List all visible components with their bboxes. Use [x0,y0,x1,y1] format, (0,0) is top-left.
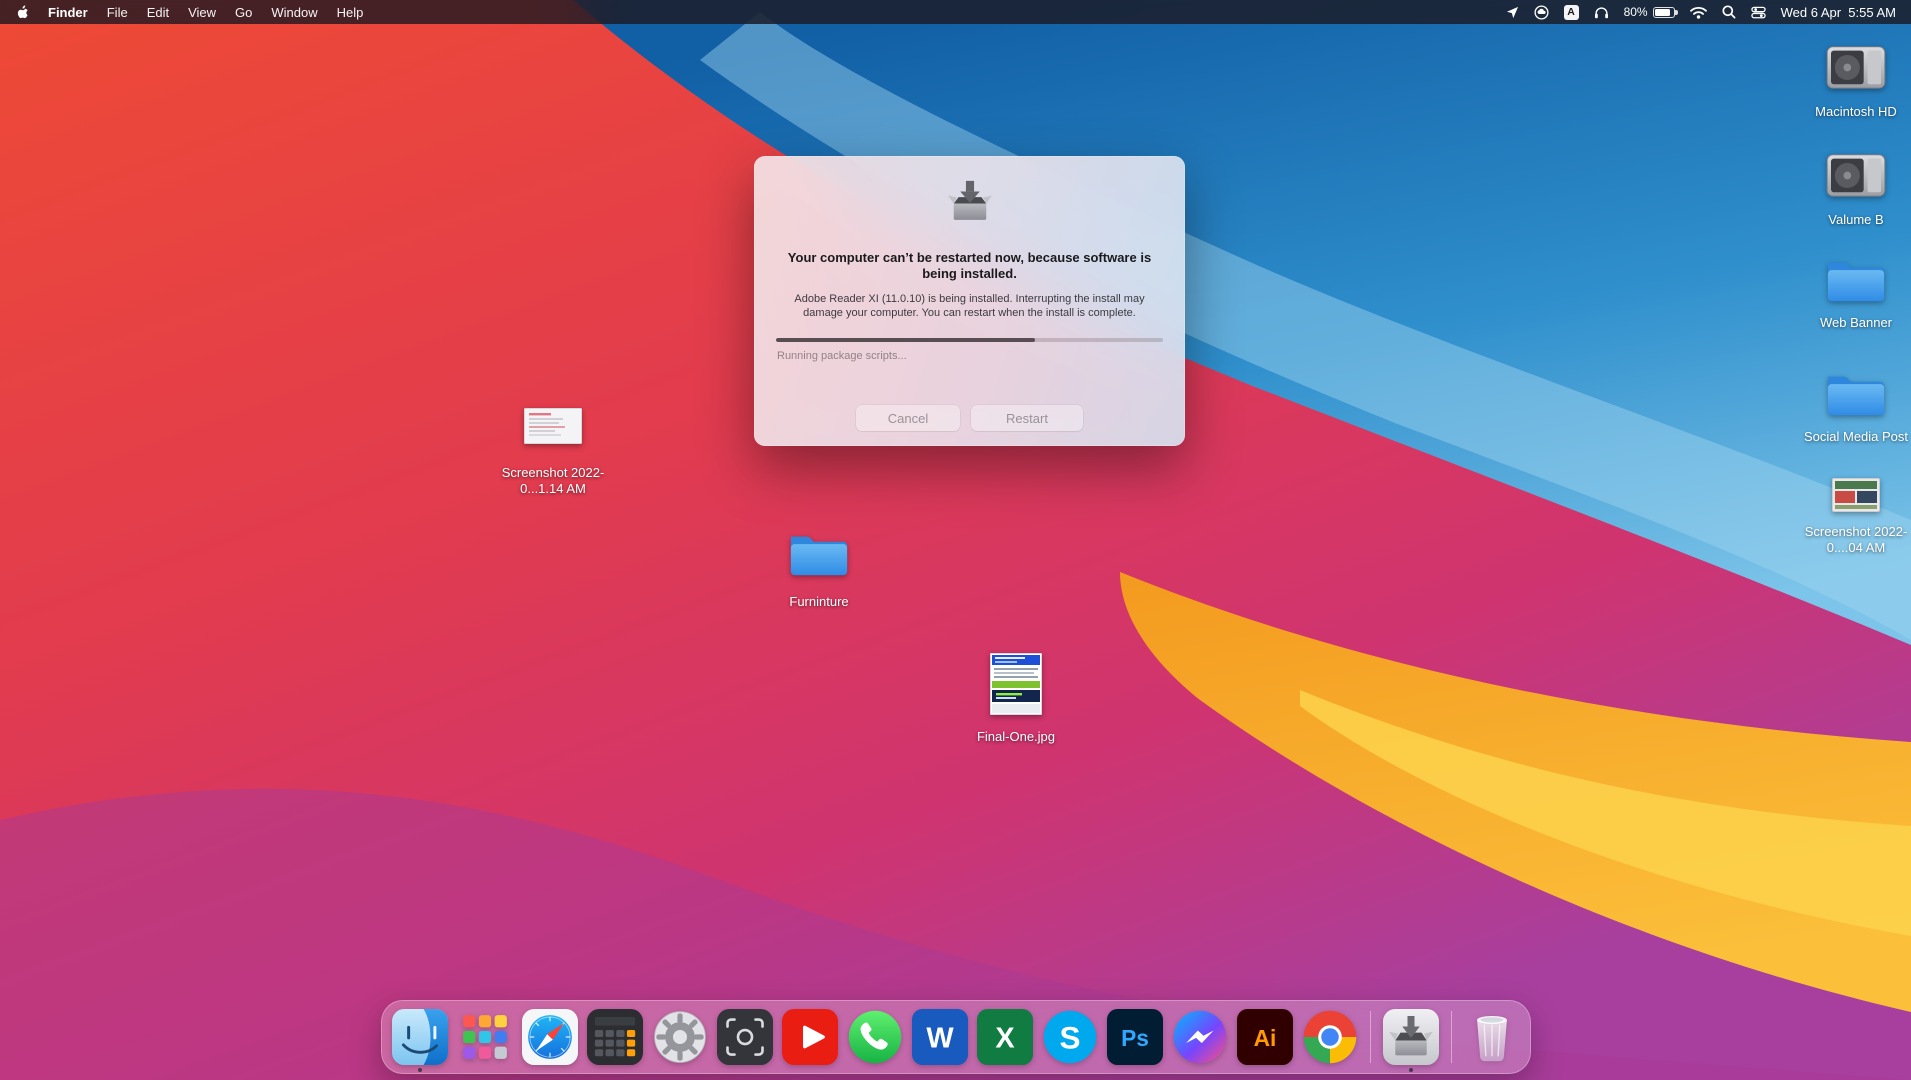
location-icon[interactable] [1506,6,1519,19]
menu-file[interactable]: File [107,5,128,20]
folder-icon [1826,370,1886,422]
dock-whatsapp-icon[interactable] [847,1009,903,1065]
control-center-icon[interactable] [1750,5,1766,20]
desktop-icon-web-banner[interactable]: Web Banner [1803,256,1909,331]
input-source-letter: A [1567,6,1575,18]
progress-bar-fill [776,338,1036,342]
svg-text:X: X [995,1023,1014,1055]
cancel-button[interactable]: Cancel [856,405,960,431]
desktop-icon-macintosh-hd[interactable]: Macintosh HD [1803,42,1909,120]
dialog-title: Your computer can’t be restarted now, be… [787,250,1152,281]
dock-trash-icon[interactable] [1464,1009,1520,1065]
desktop-icon-furninture[interactable]: Furninture [764,530,874,610]
dock: W X S Ps Ai [380,1000,1531,1074]
progress-bar [776,338,1163,342]
desktop-icon-label: Screenshot 2022-0...1.14 AM [501,465,605,496]
dock-installer-icon[interactable] [1382,1009,1439,1065]
desktop-icon-label: Valume B [1828,212,1884,227]
dialog-message: Adobe Reader XI (11.0.10) is being insta… [794,293,1145,319]
battery-status[interactable]: 80% [1623,5,1678,19]
dock-screenshot-icon[interactable] [716,1009,773,1065]
svg-text:Ai: Ai [1253,1025,1276,1051]
desktop-icon-final-one-jpg[interactable]: Final-One.jpg [958,652,1074,745]
input-source-icon[interactable]: A [1563,4,1579,20]
dock-safari-icon[interactable] [521,1009,578,1065]
dock-finder-icon[interactable] [391,1009,448,1065]
battery-icon [1652,6,1678,18]
svg-text:S: S [1059,1019,1080,1055]
desktop-icon-social-media-post[interactable]: Social Media Post [1803,370,1909,445]
desktop-icon-screenshot-1[interactable]: Screenshot 2022-0...1.14 AM [497,407,609,497]
menu-window[interactable]: Window [271,5,317,20]
dock-excel-icon[interactable]: X [976,1009,1033,1065]
desktop-icon-label: Screenshot 2022-0....04 AM [1804,524,1908,555]
svg-text:Ps: Ps [1121,1025,1149,1051]
dock-messenger-icon[interactable] [1172,1009,1228,1065]
svg-text:W: W [926,1023,954,1055]
battery-percent: 80% [1623,5,1648,19]
installer-dialog: Your computer can’t be restarted now, be… [754,156,1185,446]
dock-calculator-icon[interactable] [586,1009,643,1065]
menu-clock[interactable]: Wed 6 Apr 5:55 AM [1781,5,1896,20]
installer-package-icon [944,176,996,228]
desktop-icon-label: Furninture [789,594,849,609]
menu-go[interactable]: Go [235,5,252,20]
folder-icon [1826,256,1886,308]
menu-help[interactable]: Help [337,5,364,20]
desktop-icon-label: Final-One.jpg [976,729,1056,744]
image-thumbnail-icon [1831,477,1881,517]
dock-chrome-icon[interactable] [1302,1009,1358,1065]
dock-youtube-icon[interactable] [781,1009,838,1065]
desktop-icon-valume-b[interactable]: Valume B [1803,150,1909,228]
desktop-icon-screenshot-2[interactable]: Screenshot 2022-0....04 AM [1803,477,1909,556]
dock-separator [1369,1011,1371,1063]
menu-app-name[interactable]: Finder [48,5,88,20]
menu-bar-status-area: A 80% Wed 6 Apr 5:55 AM [1506,4,1896,20]
desktop-icon-label: Web Banner [1819,315,1893,330]
menu-view[interactable]: View [188,5,216,20]
wifi-icon[interactable] [1689,6,1707,19]
dock-launchpad-icon[interactable] [457,1009,513,1065]
dialog-buttons: Cancel Restart [754,405,1185,431]
dialog-status-text: Running package scripts... [777,350,907,362]
dock-separator [1450,1011,1452,1063]
apple-menu-icon[interactable] [15,4,29,20]
dock-word-icon[interactable]: W [911,1009,968,1065]
dock-skype-icon[interactable]: S [1042,1009,1098,1065]
headphones-icon[interactable] [1594,6,1609,19]
internal-drive-icon [1825,42,1887,97]
menu-bar: Finder File Edit View Go Window Help A 8… [0,0,1911,24]
adobe-cc-icon[interactable] [1534,4,1549,20]
internal-drive-icon [1825,150,1887,205]
desktop-icon-label: Social Media Post [1803,429,1909,444]
image-thumbnail-icon [989,652,1043,720]
menu-bar-left: Finder File Edit View Go Window Help [15,4,363,20]
dock-photoshop-icon[interactable]: Ps [1106,1009,1163,1065]
folder-icon [789,530,849,582]
dock-illustrator-icon[interactable]: Ai [1236,1009,1293,1065]
desktop-icon-label: Macintosh HD [1815,104,1897,119]
restart-button[interactable]: Restart [971,405,1083,431]
spotlight-icon[interactable] [1722,5,1736,19]
dock-system-preferences-icon[interactable] [652,1009,708,1065]
image-thumbnail-icon [523,407,583,449]
menu-edit[interactable]: Edit [147,5,169,20]
